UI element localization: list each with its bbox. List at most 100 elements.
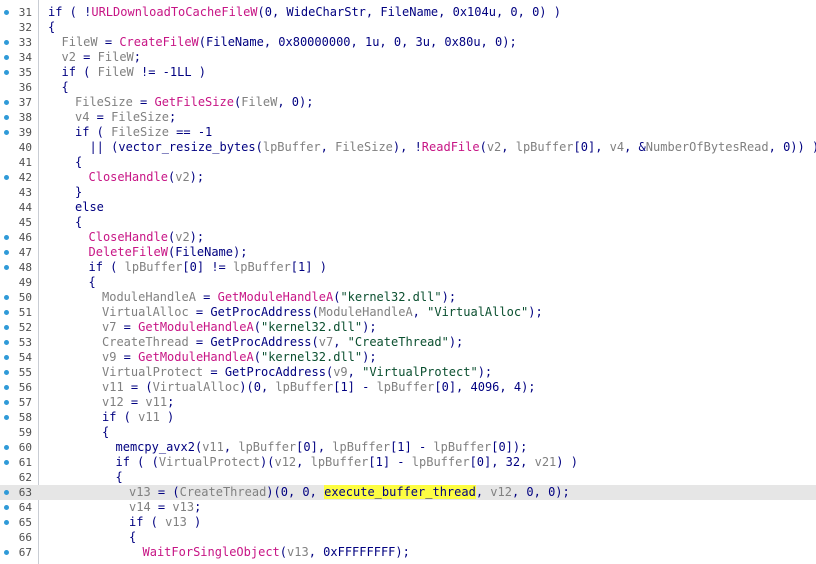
code-text[interactable]: v4 = FileSize; — [75, 110, 176, 125]
variable-token[interactable]: lpBuffer — [263, 140, 321, 154]
variable-token[interactable]: v7 — [102, 320, 116, 334]
code-token[interactable]: { — [89, 275, 96, 289]
code-token[interactable]: = GetProcAddress( — [189, 305, 319, 319]
code-token[interactable]: , — [321, 140, 335, 154]
breakpoint-dot-icon[interactable] — [4, 490, 9, 495]
code-token[interactable]: )( — [260, 455, 274, 469]
code-token[interactable]: { — [102, 425, 109, 439]
code-text[interactable]: v2 = FileW; — [62, 50, 142, 65]
code-token[interactable]: ); — [449, 335, 463, 349]
code-text[interactable]: if ( v11 ) — [102, 410, 174, 425]
variable-token[interactable]: lpBuffer — [377, 380, 435, 394]
code-token[interactable]: , — [501, 140, 515, 154]
breakpoint-dot-icon[interactable] — [4, 295, 9, 300]
function-token[interactable]: WaitForSingleObject — [143, 545, 280, 559]
variable-token[interactable]: lpBuffer — [412, 455, 470, 469]
code-token[interactable]: } — [75, 185, 82, 199]
code-line[interactable]: 64 v14 = v13; — [0, 500, 816, 515]
code-text[interactable]: VirtualProtect = GetProcAddress(v9, "Vir… — [102, 365, 492, 380]
code-token[interactable]: = GetProcAddress( — [189, 335, 319, 349]
code-text[interactable]: { — [62, 80, 69, 95]
variable-token[interactable]: FileSize — [111, 110, 169, 124]
code-token[interactable]: = — [116, 350, 138, 364]
code-token[interactable]: ); — [478, 365, 492, 379]
code-token[interactable]: == -1 — [169, 125, 212, 139]
breakpoint-dot-icon[interactable] — [4, 325, 9, 330]
code-text[interactable]: { — [102, 425, 109, 440]
breakpoint-dot-icon[interactable] — [4, 415, 9, 420]
breakpoint-dot-icon[interactable] — [4, 505, 9, 510]
breakpoint-dot-icon[interactable] — [4, 400, 9, 405]
code-text[interactable]: else — [75, 200, 104, 215]
string-token[interactable]: "kernel32.dll" — [261, 320, 362, 334]
code-text[interactable]: { — [48, 20, 55, 35]
code-line[interactable]: 48 if ( lpBuffer[0] != lpBuffer[1] ) — [0, 260, 816, 275]
code-token[interactable]: ); — [190, 170, 204, 184]
code-line[interactable]: 31 if ( !URLDownloadToCacheFileW(0, WideC… — [0, 5, 816, 20]
code-line[interactable]: 36 { — [0, 80, 816, 95]
variable-token[interactable]: v14 — [129, 500, 151, 514]
code-text[interactable]: if ( (VirtualProtect)(v12, lpBuffer[1] -… — [116, 455, 578, 470]
variable-token[interactable]: v12 — [274, 455, 296, 469]
function-token[interactable]: GetFileSize — [154, 95, 233, 109]
code-line[interactable]: 40 || (vector_resize_bytes(lpBuffer, Fil… — [0, 140, 816, 155]
variable-token[interactable]: FileSize — [111, 125, 169, 139]
string-token[interactable]: "VirtualAlloc" — [427, 305, 528, 319]
code-line[interactable]: 34 v2 = FileW; — [0, 50, 816, 65]
variable-token[interactable]: FileW — [98, 50, 134, 64]
code-token[interactable]: [1] - — [368, 455, 411, 469]
code-text[interactable]: if ( lpBuffer[0] != lpBuffer[1] ) — [89, 260, 327, 275]
function-token[interactable]: GetModuleHandleA — [138, 350, 254, 364]
code-token[interactable]: = — [89, 110, 111, 124]
variable-token[interactable]: VirtualAlloc — [153, 380, 240, 394]
variable-token[interactable]: CreateThread — [180, 485, 267, 499]
variable-token[interactable]: lpBuffer — [233, 260, 291, 274]
variable-token[interactable]: lpBuffer — [311, 455, 369, 469]
code-token[interactable]: != -1LL ) — [134, 65, 206, 79]
code-line[interactable]: 65 if ( v13 ) — [0, 515, 816, 530]
variable-token[interactable]: FileW — [241, 95, 277, 109]
code-token[interactable]: ; — [167, 395, 174, 409]
string-token[interactable]: "kernel32.dll" — [340, 290, 441, 304]
function-token[interactable]: ReadFile — [422, 140, 480, 154]
variable-token[interactable]: v11 — [145, 395, 167, 409]
code-text[interactable]: ModuleHandleA = GetModuleHandleA("kernel… — [102, 290, 456, 305]
variable-token[interactable]: v12 — [102, 395, 124, 409]
function-token[interactable]: CloseHandle — [89, 230, 168, 244]
breakpoint-dot-icon[interactable] — [4, 445, 9, 450]
breakpoint-dot-icon[interactable] — [4, 310, 9, 315]
code-line[interactable]: 46 CloseHandle(v2); — [0, 230, 816, 245]
variable-token[interactable]: lpBuffer — [238, 440, 296, 454]
pseudocode-view[interactable]: 31 if ( !URLDownloadToCacheFileW(0, WideC… — [0, 0, 816, 564]
code-line[interactable]: 50 ModuleHandleA = GetModuleHandleA("kern… — [0, 290, 816, 305]
variable-token[interactable]: v2 — [487, 140, 501, 154]
code-token[interactable]: , — [296, 455, 310, 469]
variable-token[interactable]: VirtualProtect — [102, 365, 203, 379]
code-token[interactable]: (FileName); — [168, 245, 247, 259]
variable-token[interactable]: v7 — [319, 335, 333, 349]
code-line[interactable]: 35 if ( FileW != -1LL ) — [0, 65, 816, 80]
code-token[interactable]: [0], 4096, 4); — [434, 380, 535, 394]
code-token[interactable]: [1] - — [333, 380, 376, 394]
code-text[interactable]: { — [75, 155, 82, 170]
code-line[interactable]: 61 if ( (VirtualProtect)(v12, lpBuffer[1]… — [0, 455, 816, 470]
code-line[interactable]: 59 { — [0, 425, 816, 440]
highlighted-token[interactable]: execute_buffer_thread — [324, 485, 476, 499]
code-text[interactable]: memcpy_avx2(v11, lpBuffer[0], lpBuffer[1… — [116, 440, 528, 455]
variable-token[interactable]: lpBuffer — [516, 140, 574, 154]
code-text[interactable]: VirtualAlloc = GetProcAddress(ModuleHand… — [102, 305, 543, 320]
breakpoint-dot-icon[interactable] — [4, 40, 9, 45]
code-token[interactable]: if ( ! — [48, 5, 91, 19]
code-text[interactable]: FileW = CreateFileW(FileName, 0x80000000… — [62, 35, 517, 50]
code-token[interactable]: [1] - — [390, 440, 433, 454]
code-token[interactable]: { — [62, 80, 69, 94]
breakpoint-dot-icon[interactable] — [4, 385, 9, 390]
code-token[interactable]: if ( — [89, 260, 125, 274]
breakpoint-dot-icon[interactable] — [4, 460, 9, 465]
breakpoint-dot-icon[interactable] — [4, 55, 9, 60]
code-token[interactable]: [0], 32, — [470, 455, 535, 469]
code-line[interactable]: 38 v4 = FileSize; — [0, 110, 816, 125]
code-token[interactable]: [1] ) — [291, 260, 327, 274]
code-line[interactable]: 42 CloseHandle(v2); — [0, 170, 816, 185]
code-line[interactable]: 32 { — [0, 20, 816, 35]
